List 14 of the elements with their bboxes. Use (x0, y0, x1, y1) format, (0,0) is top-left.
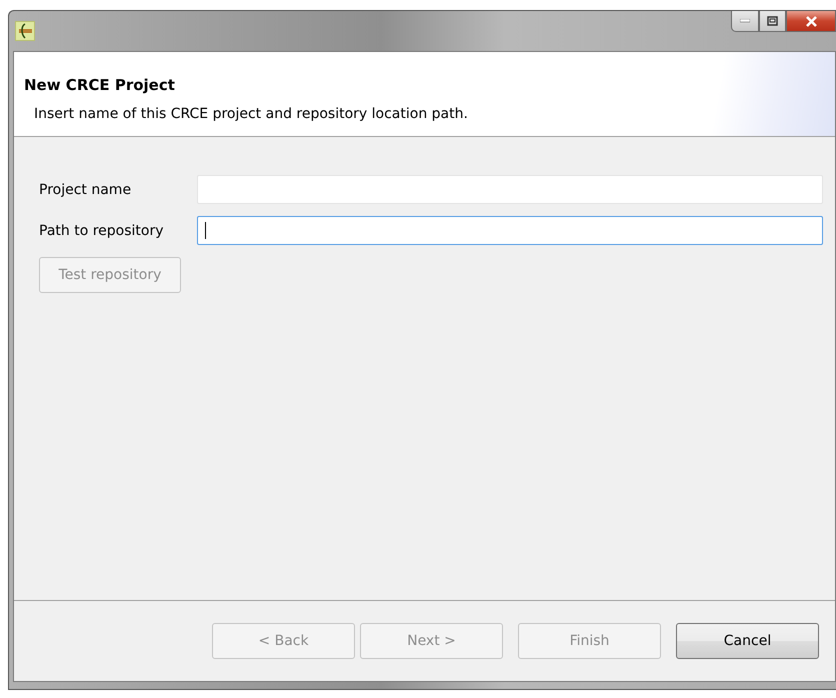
text-caret (205, 222, 206, 239)
cancel-button[interactable]: Cancel (676, 623, 819, 659)
app-icon (15, 21, 35, 41)
minimize-icon (740, 19, 750, 23)
close-button[interactable] (786, 11, 836, 32)
maximize-icon (767, 16, 778, 26)
field-label: Path to repository (39, 222, 165, 238)
input-field[interactable] (197, 216, 823, 245)
wizard-description: Insert name of this CRCE project and repository location path. (34, 106, 469, 122)
field-label: Project name (39, 182, 132, 198)
maximize-button[interactable] (759, 11, 786, 32)
close-icon (804, 16, 818, 26)
wizard-title: New CRCE Project (24, 76, 176, 94)
minimize-button[interactable] (731, 11, 759, 32)
